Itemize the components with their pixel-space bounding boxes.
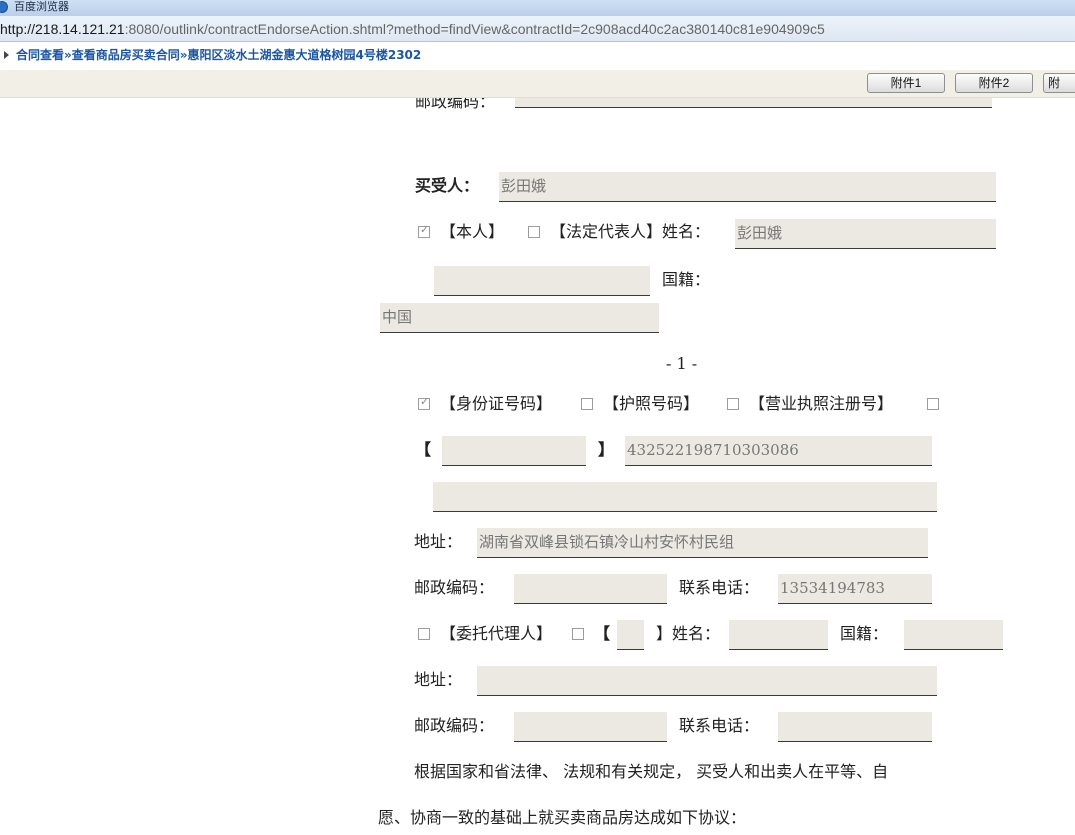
clipped-postcode-label: 邮政编码：	[415, 98, 496, 111]
agent-postcode-field[interactable]	[514, 712, 667, 742]
agent-nationality-field[interactable]	[904, 620, 1003, 650]
agent-phone-field[interactable]	[778, 712, 932, 742]
id-card-label: 【身份证号码】	[440, 394, 553, 413]
attachment-1-button[interactable]: 附件1	[867, 73, 945, 93]
agent-type-field[interactable]	[617, 620, 644, 650]
business-license-label: 【营业执照注册号】	[749, 394, 894, 413]
postcode-label: 邮政编码：	[414, 578, 495, 597]
business-license-checkbox[interactable]	[727, 398, 739, 410]
agent-bracket-open: 【	[594, 624, 611, 643]
address-field[interactable]: 湖南省双峰县锁石镇冷山村安怀村民组	[477, 528, 928, 558]
breadcrumb: 合同查看»查看商品房买卖合同»惠阳区淡水土湖金惠大道格树园4号楼2302	[0, 43, 1075, 70]
agent-checkbox[interactable]	[418, 628, 430, 640]
triangle-right-icon	[4, 51, 9, 59]
contract-document: 邮政编码： 买受人： 彭田娥 【本人】 【法定代表人】姓名： 彭田娥 国籍： 中…	[0, 98, 1075, 835]
clipped-postcode-field[interactable]	[515, 98, 992, 108]
buyer-name-field[interactable]: 彭田娥	[499, 172, 996, 202]
nationality-label: 国籍：	[662, 270, 711, 289]
bracket-open: 【	[415, 440, 432, 459]
agreement-paragraph-line-2: 愿、协商一致的基础上就买卖商品房达成如下协议：	[378, 808, 747, 827]
agent-nationality-label: 国籍：	[840, 624, 889, 643]
url-text[interactable]: http://218.14.121.21:8080/outlink/contra…	[0, 16, 825, 42]
other-id-type-field[interactable]	[442, 436, 586, 466]
browser-title-bar: 百度浏览器	[0, 0, 1075, 16]
self-label: 【本人】	[440, 222, 505, 241]
bracket-close: 】	[598, 440, 615, 459]
breadcrumb-text[interactable]: 合同查看»查看商品房买卖合同»惠阳区淡水土湖金惠大道格树园4号楼2302	[16, 43, 421, 67]
agent-address-label: 地址：	[414, 670, 463, 689]
address-bar[interactable]: http://218.14.121.21:8080/outlink/contra…	[0, 16, 1075, 42]
browser-title: 百度浏览器	[14, 0, 69, 13]
postcode-field[interactable]	[514, 574, 667, 604]
agent-label: 【委托代理人】	[440, 624, 553, 643]
other-id-checkbox[interactable]	[927, 398, 939, 410]
agent-postcode-label: 邮政编码：	[414, 716, 495, 735]
phone-label: 联系电话：	[679, 578, 760, 597]
legal-rep-label: 【法定代表人】姓名：	[550, 222, 711, 241]
blank-field-1[interactable]	[434, 266, 650, 296]
blank-field-2[interactable]	[433, 482, 937, 512]
agent-phone-label: 联系电话：	[679, 716, 760, 735]
agent-name-label: 】姓名：	[656, 624, 721, 643]
address-label: 地址：	[414, 532, 463, 551]
id-card-checkbox[interactable]	[418, 395, 430, 410]
browser-logo-icon	[0, 1, 8, 13]
agent-name-field[interactable]	[729, 620, 828, 650]
attachment-3-button[interactable]: 附	[1043, 73, 1075, 93]
phone-field[interactable]: 13534194783	[778, 574, 932, 604]
self-checkbox[interactable]	[418, 223, 430, 238]
passport-checkbox[interactable]	[581, 398, 593, 410]
page-number: - 1 -	[666, 354, 698, 373]
agreement-paragraph-line-1: 根据国家和省法律、 法规和有关规定， 买受人和出卖人在平等、自	[414, 762, 889, 781]
attachment-toolbar: 附件1 附件2 附	[0, 70, 1075, 98]
agent-address-field[interactable]	[477, 666, 937, 696]
legal-rep-name-field[interactable]: 彭田娥	[735, 219, 996, 249]
legal-rep-checkbox[interactable]	[528, 226, 540, 238]
nationality-field[interactable]: 中国	[380, 303, 659, 333]
attachment-2-button[interactable]: 附件2	[955, 73, 1033, 93]
buyer-label: 买受人：	[415, 176, 480, 195]
id-number-field[interactable]: 432522198710303086	[625, 436, 932, 466]
passport-label: 【护照号码】	[603, 394, 700, 413]
agent-type-checkbox[interactable]	[572, 628, 584, 640]
